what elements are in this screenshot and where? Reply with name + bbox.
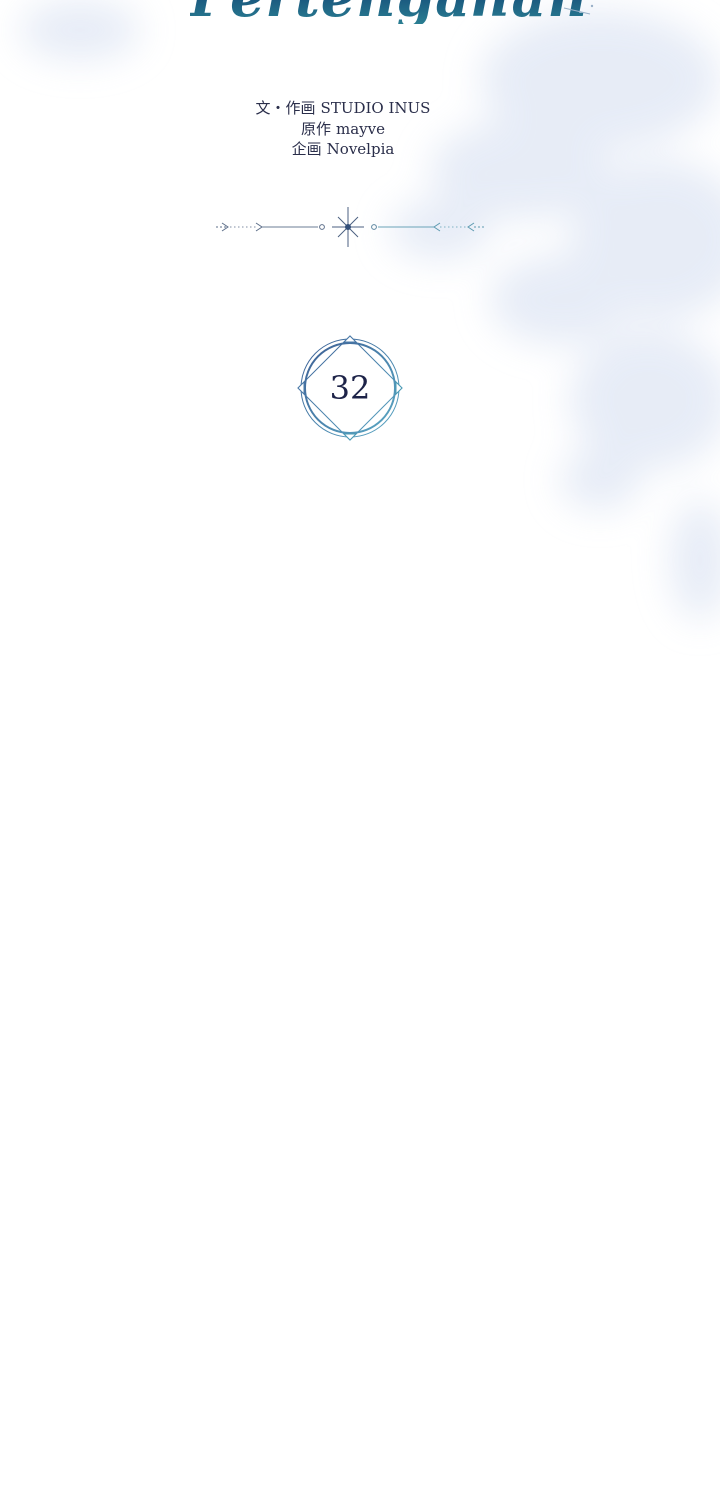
- ornamental-divider: [216, 207, 484, 247]
- credit-role: 企画: [291, 140, 322, 158]
- credits-block: 文・作画 STUDIO INUS 原作 mayve 企画 Novelpia: [200, 98, 486, 160]
- credit-name: Novelpia: [326, 140, 395, 158]
- credit-role: 原作: [300, 119, 331, 138]
- credit-line-original: 原作 mayve: [200, 119, 486, 140]
- title-text: Pertengahan: [190, 0, 588, 24]
- chapter-number: 32: [329, 369, 371, 407]
- credit-role: 文・作画: [255, 99, 316, 117]
- credit-line-planning: 企画 Novelpia: [200, 139, 486, 160]
- title-logo: Pertengahan: [190, 0, 590, 40]
- chapter-badge: 32: [296, 334, 404, 442]
- credit-name: STUDIO INUS: [320, 99, 431, 117]
- page-canvas: Pertengahan 文・作画STUDIO INUS 原作 mayve 企画No…: [0, 0, 720, 1500]
- credit-name: mayve: [336, 119, 385, 138]
- sparkle-icon: [563, 4, 594, 15]
- credit-line-art: 文・作画 STUDIO INUS: [200, 98, 486, 119]
